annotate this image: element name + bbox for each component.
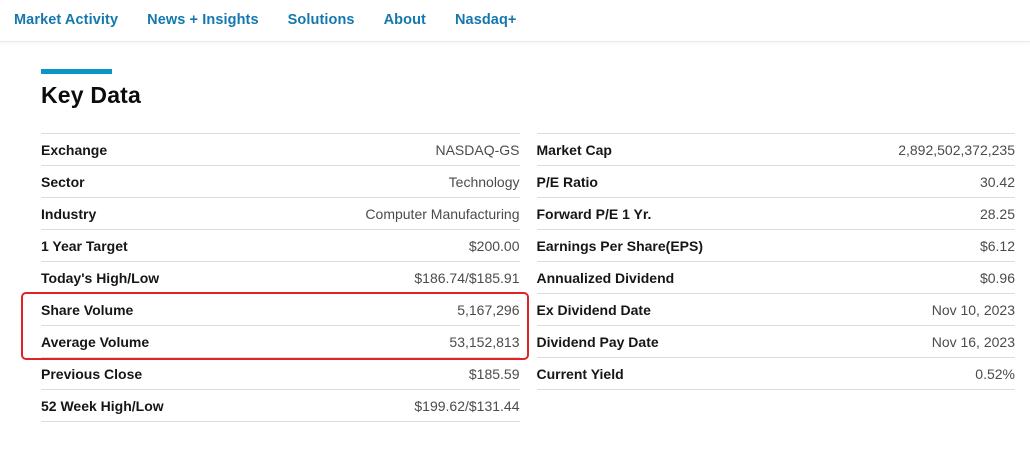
table-row: Ex Dividend Date Nov 10, 2023 (537, 294, 1016, 326)
row-label: Exchange (41, 142, 107, 158)
row-value: Computer Manufacturing (365, 206, 519, 222)
row-label: Industry (41, 206, 96, 222)
top-navigation: Market Activity News + Insights Solutions A… (0, 0, 1030, 42)
table-row: 1 Year Target $200.00 (41, 230, 520, 262)
table-row: Industry Computer Manufacturing (41, 198, 520, 230)
key-data-table-right: Market Cap 2,892,502,372,235 P/E Ratio 30.4… (537, 133, 1016, 422)
table-row: Exchange NASDAQ-GS (41, 134, 520, 166)
row-label: Share Volume (41, 302, 133, 318)
row-label: Previous Close (41, 366, 142, 382)
row-value: Nov 16, 2023 (932, 334, 1015, 350)
row-label: Average Volume (41, 334, 149, 350)
row-value: NASDAQ-GS (435, 142, 519, 158)
accent-bar (41, 69, 112, 74)
row-value: 28.25 (980, 206, 1015, 222)
row-label: Market Cap (537, 142, 612, 158)
row-label: Earnings Per Share(EPS) (537, 238, 704, 254)
table-row: Today's High/Low $186.74/$185.91 (41, 262, 520, 294)
key-data-section: Key Data Exchange NASDAQ-GS Sector Technolo… (0, 42, 1030, 422)
table-row: Current Yield 0.52% (537, 358, 1016, 390)
row-label: Dividend Pay Date (537, 334, 659, 350)
page-title: Key Data (41, 82, 1015, 109)
nav-link-news-insights[interactable]: News + Insights (147, 12, 259, 28)
table-row: Previous Close $185.59 (41, 358, 520, 390)
row-value: 5,167,296 (457, 302, 519, 318)
key-data-table-left: Exchange NASDAQ-GS Sector Technology Industr… (41, 133, 520, 422)
row-label: Today's High/Low (41, 270, 159, 286)
row-value: 2,892,502,372,235 (898, 142, 1015, 158)
nav-link-about[interactable]: About (384, 12, 426, 28)
main-content: Key Data Exchange NASDAQ-GS Sector Technolo… (0, 42, 1030, 422)
row-label: 52 Week High/Low (41, 398, 164, 414)
nav-link-nasdaq-[interactable]: Nasdaq+ (455, 12, 517, 28)
table-row: Dividend Pay Date Nov 16, 2023 (537, 326, 1016, 358)
table-row: P/E Ratio 30.42 (537, 166, 1016, 198)
row-label: P/E Ratio (537, 174, 598, 190)
row-value: $6.12 (980, 238, 1015, 254)
row-label: Forward P/E 1 Yr. (537, 206, 652, 222)
table-row: Share Volume 5,167,296 (41, 294, 520, 326)
table-row: Sector Technology (41, 166, 520, 198)
row-value: Technology (449, 174, 520, 190)
table-row: Average Volume 53,152,813 (41, 326, 520, 358)
row-value: $0.96 (980, 270, 1015, 286)
row-label: Sector (41, 174, 85, 190)
nav-link-market-activity[interactable]: Market Activity (14, 12, 118, 28)
row-value: $199.62/$131.44 (414, 398, 519, 414)
table-row: Market Cap 2,892,502,372,235 (537, 134, 1016, 166)
row-value: $185.59 (469, 366, 520, 382)
table-row: Annualized Dividend $0.96 (537, 262, 1016, 294)
key-data-tables: Exchange NASDAQ-GS Sector Technology Industr… (41, 133, 1015, 422)
table-row: 52 Week High/Low $199.62/$131.44 (41, 390, 520, 422)
table-row: Earnings Per Share(EPS) $6.12 (537, 230, 1016, 262)
row-value: Nov 10, 2023 (932, 302, 1015, 318)
row-label: Ex Dividend Date (537, 302, 651, 318)
row-value: $186.74/$185.91 (414, 270, 519, 286)
row-label: 1 Year Target (41, 238, 128, 254)
row-value: $200.00 (469, 238, 520, 254)
row-value: 53,152,813 (449, 334, 519, 350)
row-value: 30.42 (980, 174, 1015, 190)
table-row: Forward P/E 1 Yr. 28.25 (537, 198, 1016, 230)
row-value: 0.52% (975, 366, 1015, 382)
nav-link-solutions[interactable]: Solutions (288, 12, 355, 28)
row-label: Current Yield (537, 366, 624, 382)
row-label: Annualized Dividend (537, 270, 675, 286)
